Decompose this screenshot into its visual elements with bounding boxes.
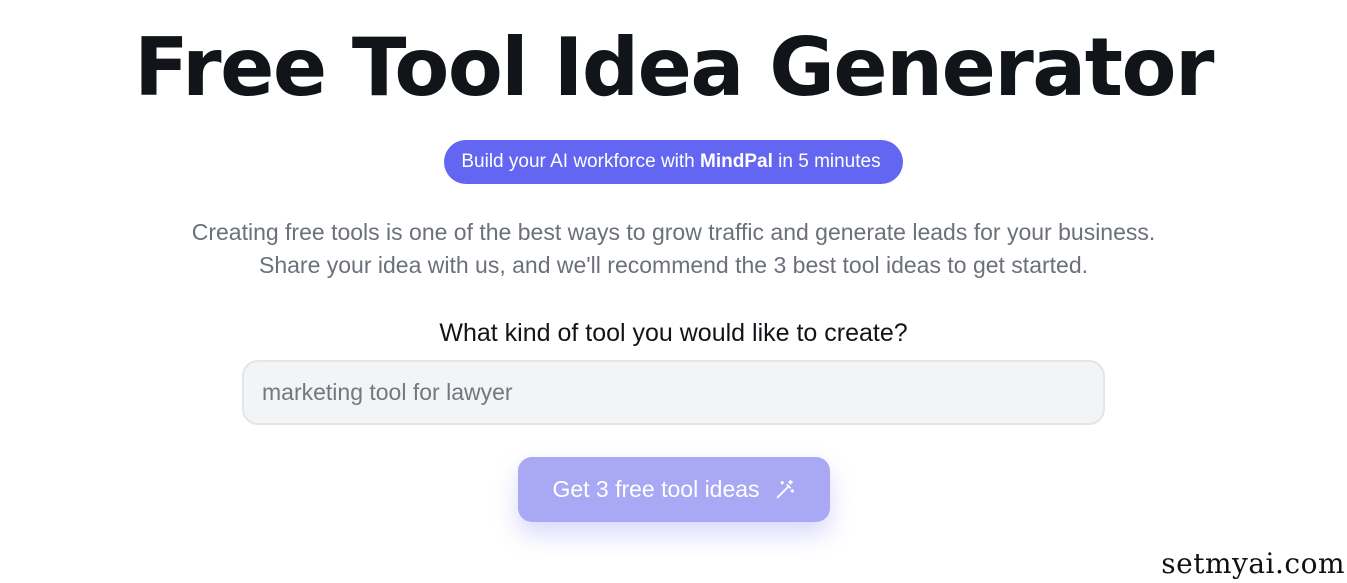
page-title: Free Tool Idea Generator xyxy=(134,21,1214,114)
promo-banner: Build your AI workforce with MindPal in … xyxy=(0,140,1347,184)
intro-line-2: Share your idea with us, and we'll recom… xyxy=(258,252,1089,278)
tool-question-label: What kind of tool you would like to crea… xyxy=(439,319,908,347)
intro-text: Creating free tools is one of the best w… xyxy=(0,216,1347,282)
magic-wand-icon xyxy=(774,479,796,501)
promo-brand: MindPal xyxy=(700,151,773,172)
intro-line-1: Creating free tools is one of the best w… xyxy=(191,219,1156,245)
promo-link[interactable]: Build your AI workforce with MindPal in … xyxy=(444,140,903,184)
promo-prefix: Build your AI workforce with xyxy=(461,151,701,172)
get-ideas-label: Get 3 free tool ideas xyxy=(552,476,760,502)
tool-idea-input[interactable] xyxy=(242,360,1105,425)
promo-suffix: in 5 minutes xyxy=(772,151,881,172)
watermark: setmyai.com xyxy=(1161,547,1345,580)
get-ideas-button[interactable]: Get 3 free tool ideas xyxy=(518,457,830,522)
